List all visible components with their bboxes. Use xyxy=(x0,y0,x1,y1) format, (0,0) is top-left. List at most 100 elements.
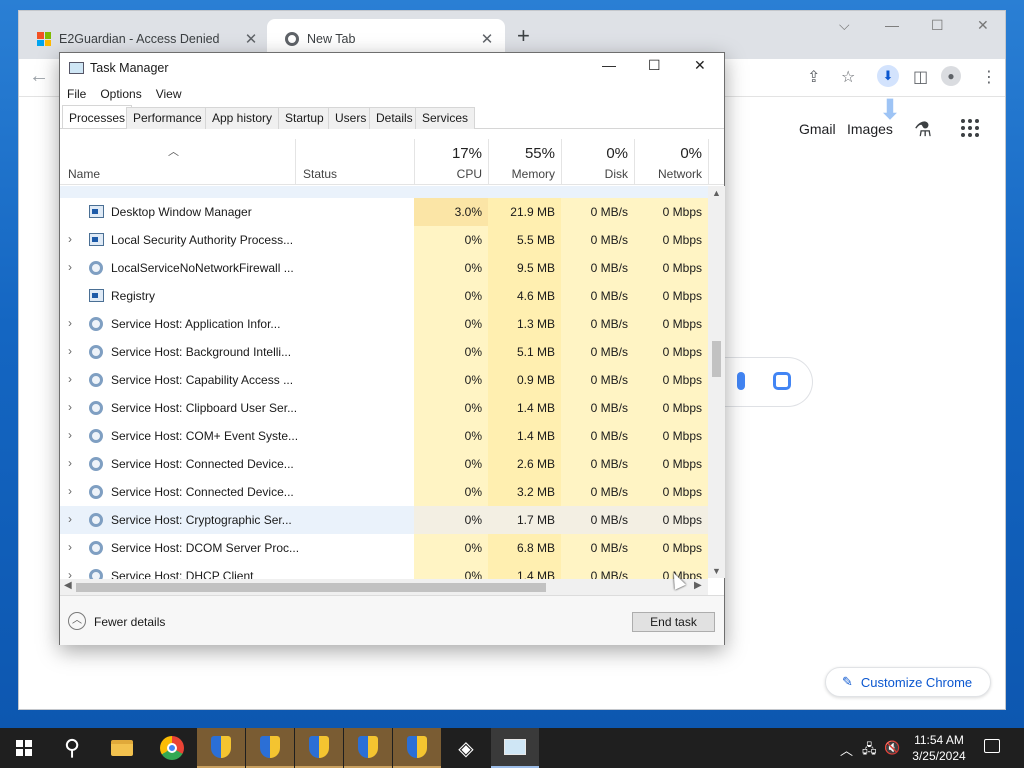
disk-cell: 0 MB/s xyxy=(561,506,634,534)
more-menu-icon[interactable]: ⋮ xyxy=(981,67,997,87)
taskbar-shield-app-5[interactable] xyxy=(393,728,441,768)
tab-startup[interactable]: Startup xyxy=(278,107,331,129)
tab-performance[interactable]: Performance xyxy=(126,107,209,129)
table-row[interactable]: › Service Host: DCOM Server Proc... 0% 6.8 … xyxy=(60,534,708,562)
taskbar-chrome[interactable] xyxy=(148,728,196,768)
labs-flask-icon[interactable]: ⚗ xyxy=(914,117,932,142)
new-tab-plus-icon[interactable]: + xyxy=(517,25,530,47)
expand-chevron-icon[interactable]: › xyxy=(68,512,72,526)
maximize-icon[interactable]: ☐ xyxy=(648,57,661,74)
table-row[interactable]: › Service Host: Cryptographic Ser... 0% 1.7… xyxy=(60,506,708,534)
taskbar-file-explorer[interactable] xyxy=(98,728,146,768)
expand-chevron-icon[interactable]: › xyxy=(68,232,72,246)
tab-details[interactable]: Details xyxy=(369,107,420,129)
scroll-down-arrow-icon[interactable]: ▼ xyxy=(712,566,721,576)
bookmark-star-icon[interactable]: ☆ xyxy=(841,67,855,87)
table-row[interactable]: › Local Security Authority Process... 0% 5.… xyxy=(60,226,708,254)
close-tab-icon[interactable]: ✕ xyxy=(479,30,495,48)
tab-users[interactable]: Users xyxy=(328,107,374,129)
memory-cell: 4.6 MB xyxy=(488,282,561,310)
column-power-header-edge[interactable] xyxy=(708,139,724,185)
tab-search-chevron-icon[interactable]: ⌵ xyxy=(839,17,850,34)
table-row[interactable]: Registry 0% 4.6 MB 0 MB/s 0 Mbps xyxy=(60,282,708,310)
close-window-icon[interactable]: ✕ xyxy=(694,57,706,74)
memory-cell: 6.8 MB xyxy=(488,534,561,562)
network-cell: 0 Mbps xyxy=(634,506,708,534)
column-name-header[interactable]: Name xyxy=(60,139,295,185)
menu-file[interactable]: File xyxy=(60,83,93,105)
fewer-details-chevron-icon[interactable]: ︿ xyxy=(68,612,86,630)
expand-chevron-icon[interactable]: › xyxy=(68,372,72,386)
expand-chevron-icon[interactable]: › xyxy=(68,484,72,498)
horizontal-scroll-thumb[interactable] xyxy=(76,583,546,592)
task-manager-title-bar[interactable]: Task Manager — ☐ ✕ xyxy=(60,53,724,83)
table-row[interactable]: › Service Host: Capability Access ... 0% 0.… xyxy=(60,366,708,394)
gmail-link[interactable]: Gmail xyxy=(799,121,836,137)
horizontal-scrollbar[interactable]: ◀ ▶ xyxy=(60,579,708,595)
vertical-scrollbar[interactable]: ▲ ▼ xyxy=(708,186,725,578)
start-button[interactable] xyxy=(0,728,48,768)
column-disk-header[interactable]: 0% Disk xyxy=(561,139,634,185)
expand-chevron-icon[interactable]: › xyxy=(68,456,72,470)
notifications-icon[interactable] xyxy=(984,739,1000,753)
taskbar-search-button[interactable]: ⚲ xyxy=(48,728,96,768)
menu-view[interactable]: View xyxy=(149,83,189,105)
minimize-icon[interactable]: — xyxy=(885,17,899,33)
end-task-button[interactable]: End task xyxy=(632,612,715,632)
expand-chevron-icon[interactable]: › xyxy=(68,260,72,274)
taskbar-task-manager[interactable] xyxy=(491,728,539,768)
profile-avatar-icon[interactable]: ● xyxy=(941,66,961,86)
tab-processes[interactable]: Processes xyxy=(62,105,133,128)
minimize-icon[interactable]: — xyxy=(602,57,616,73)
column-cpu-header[interactable]: 17% CPU xyxy=(414,139,488,185)
network-icon[interactable]: 🖧 xyxy=(862,740,877,762)
taskbar-shield-app-1[interactable] xyxy=(197,728,245,768)
table-row[interactable]: › Service Host: COM+ Event Syste... 0% 1.4 … xyxy=(60,422,708,450)
scroll-up-arrow-icon[interactable]: ▲ xyxy=(712,188,721,198)
download-icon[interactable]: ⬇ xyxy=(877,65,899,87)
column-status-header[interactable]: Status xyxy=(295,139,415,185)
taskbar-clock[interactable]: 11:54 AM 3/25/2024 xyxy=(904,732,974,764)
cpu-cell: 0% xyxy=(414,338,488,366)
scroll-left-arrow-icon[interactable]: ◀ xyxy=(64,580,72,591)
close-window-icon[interactable]: ✕ xyxy=(977,17,989,34)
fewer-details-link[interactable]: Fewer details xyxy=(94,615,165,629)
google-apps-icon[interactable] xyxy=(961,119,979,137)
table-row[interactable]: › Service Host: Background Intelli... 0% 5.… xyxy=(60,338,708,366)
scroll-right-arrow-icon[interactable]: ▶ xyxy=(694,580,702,591)
maximize-icon[interactable]: ☐ xyxy=(931,17,944,34)
expand-chevron-icon[interactable]: › xyxy=(68,400,72,414)
taskbar-unity[interactable]: ◈ xyxy=(442,728,490,768)
expand-chevron-icon[interactable]: › xyxy=(68,428,72,442)
voice-search-icon[interactable] xyxy=(737,372,745,390)
side-panel-icon[interactable]: ◫ xyxy=(913,67,928,87)
menu-options[interactable]: Options xyxy=(93,83,148,105)
table-row[interactable] xyxy=(60,186,708,198)
taskbar-shield-app-4[interactable] xyxy=(344,728,392,768)
table-row[interactable]: › Service Host: Clipboard User Ser... 0% 1.… xyxy=(60,394,708,422)
column-network-header[interactable]: 0% Network xyxy=(634,139,708,185)
table-row[interactable]: › Service Host: Connected Device... 0% 2.6 … xyxy=(60,450,708,478)
share-icon[interactable]: ⇪ xyxy=(807,67,820,87)
tab-services[interactable]: Services xyxy=(415,107,476,129)
table-row[interactable]: › Service Host: Application Infor... 0% 1.3… xyxy=(60,310,708,338)
expand-chevron-icon[interactable]: › xyxy=(68,540,72,554)
table-row[interactable]: Desktop Window Manager 3.0% 21.9 MB 0 MB/s 0… xyxy=(60,198,708,226)
google-lens-icon[interactable] xyxy=(773,372,791,390)
images-link[interactable]: Images xyxy=(847,121,893,137)
taskbar-shield-app-3[interactable] xyxy=(295,728,343,768)
expand-chevron-icon[interactable]: › xyxy=(68,344,72,358)
table-row[interactable]: › LocalServiceNoNetworkFirewall ... 0% 9.5 … xyxy=(60,254,708,282)
table-row[interactable]: › Service Host: DHCP Client 0% 1.4 MB 0 MB/s… xyxy=(60,562,708,580)
vertical-scroll-thumb[interactable] xyxy=(712,341,721,377)
close-tab-icon[interactable]: ✕ xyxy=(243,30,259,48)
show-hidden-icons-chevron-icon[interactable]: ︿ xyxy=(840,740,853,759)
expand-chevron-icon[interactable]: › xyxy=(68,316,72,330)
tab-app-history[interactable]: App history xyxy=(205,107,280,129)
back-arrow-icon[interactable]: ← xyxy=(29,65,49,88)
column-memory-header[interactable]: 55% Memory xyxy=(488,139,561,185)
taskbar-shield-app-2[interactable] xyxy=(246,728,294,768)
table-row[interactable]: › Service Host: Connected Device... 0% 3.2 … xyxy=(60,478,708,506)
customize-chrome-button[interactable]: ✎ Customize Chrome xyxy=(825,667,991,697)
volume-muted-icon[interactable]: 🔇 xyxy=(884,740,900,756)
